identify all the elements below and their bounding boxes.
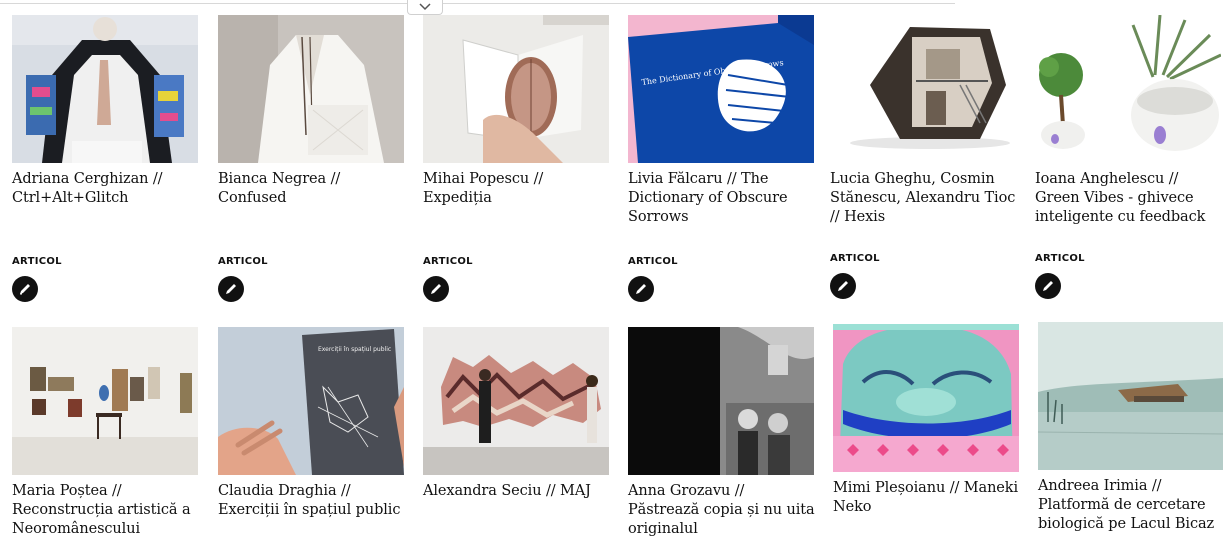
edit-pen-icon[interactable]: [830, 273, 856, 299]
project-card[interactable]: Andreea Irimia // Platformă de cercetare…: [1038, 322, 1223, 534]
project-thumbnail[interactable]: [830, 15, 1016, 163]
project-title[interactable]: Andreea Irimia // Platformă de cercetare…: [1038, 477, 1223, 534]
collapse-toggle-button[interactable]: [407, 0, 443, 15]
edit-pen-icon[interactable]: [1035, 273, 1061, 299]
project-card[interactable]: Maria Poștea // Reconstrucția artistică …: [12, 327, 198, 539]
project-title[interactable]: Maria Poștea // Reconstrucția artistică …: [12, 482, 202, 539]
project-card[interactable]: Bianca Negrea // Confused: [218, 15, 404, 208]
project-thumbnail[interactable]: [423, 327, 609, 475]
project-title[interactable]: Claudia Draghia // Exerciții în spațiul …: [218, 482, 408, 520]
article-tag: ARTICOL: [423, 256, 473, 267]
book-cover-text: Exerciții în spațiul public: [318, 346, 391, 353]
project-card[interactable]: Anna Grozavu // Păstrează copia și nu ui…: [628, 327, 815, 539]
project-card[interactable]: Mihai Popescu // Expediția: [423, 15, 609, 208]
project-thumbnail[interactable]: [218, 15, 404, 163]
edit-pen-icon[interactable]: [12, 276, 38, 302]
project-thumbnail[interactable]: [12, 327, 198, 475]
project-thumbnail[interactable]: [1035, 15, 1221, 163]
project-thumbnail[interactable]: [628, 327, 814, 475]
edit-pen-icon[interactable]: [218, 276, 244, 302]
article-tag: ARTICOL: [830, 253, 880, 264]
project-thumbnail[interactable]: Exerciții în spațiul public: [218, 327, 404, 475]
project-title[interactable]: Mihai Popescu // Expediția: [423, 170, 613, 208]
project-thumbnail[interactable]: [1038, 322, 1223, 470]
project-title[interactable]: Mimi Pleșoianu // Maneki Neko: [833, 479, 1023, 517]
project-card[interactable]: Mimi Pleșoianu // Maneki Neko: [833, 324, 1019, 517]
article-tag: ARTICOL: [218, 256, 268, 267]
project-title[interactable]: Alexandra Seciu // MAJ: [423, 482, 613, 501]
project-thumbnail[interactable]: [423, 15, 609, 163]
chevron-down-icon: [419, 3, 431, 11]
project-title[interactable]: Livia Fălcaru // The Dictionary of Obscu…: [628, 170, 818, 227]
project-title[interactable]: Adriana Cerghizan // Ctrl+Alt+Glitch: [12, 170, 202, 208]
project-card[interactable]: Alexandra Seciu // MAJ: [423, 327, 609, 501]
project-title[interactable]: Ioana Anghelescu // Green Vibes - ghivec…: [1035, 170, 1223, 227]
top-divider: [0, 3, 955, 4]
project-title[interactable]: Lucia Gheghu, Cosmin Stănescu, Alexandru…: [830, 170, 1020, 227]
article-tag: ARTICOL: [12, 256, 62, 267]
project-card[interactable]: Exerciții în spațiul public Claudia Drag…: [218, 327, 404, 520]
edit-pen-icon[interactable]: [423, 276, 449, 302]
project-title[interactable]: Bianca Negrea // Confused: [218, 170, 408, 208]
project-card[interactable]: Adriana Cerghizan // Ctrl+Alt+Glitch: [12, 15, 198, 208]
project-card[interactable]: Lucia Gheghu, Cosmin Stănescu, Alexandru…: [830, 15, 1016, 227]
project-card[interactable]: Ioana Anghelescu // Green Vibes - ghivec…: [1035, 15, 1221, 227]
project-thumbnail[interactable]: The Dictionary of Obscure Sorrows: [628, 15, 814, 163]
project-card[interactable]: The Dictionary of Obscure Sorrows Livia …: [628, 15, 814, 227]
project-title[interactable]: Anna Grozavu // Păstrează copia și nu ui…: [628, 482, 818, 539]
project-thumbnail[interactable]: [833, 324, 1019, 472]
article-tag: ARTICOL: [628, 256, 678, 267]
article-tag: ARTICOL: [1035, 253, 1085, 264]
edit-pen-icon[interactable]: [628, 276, 654, 302]
project-thumbnail[interactable]: [12, 15, 198, 163]
